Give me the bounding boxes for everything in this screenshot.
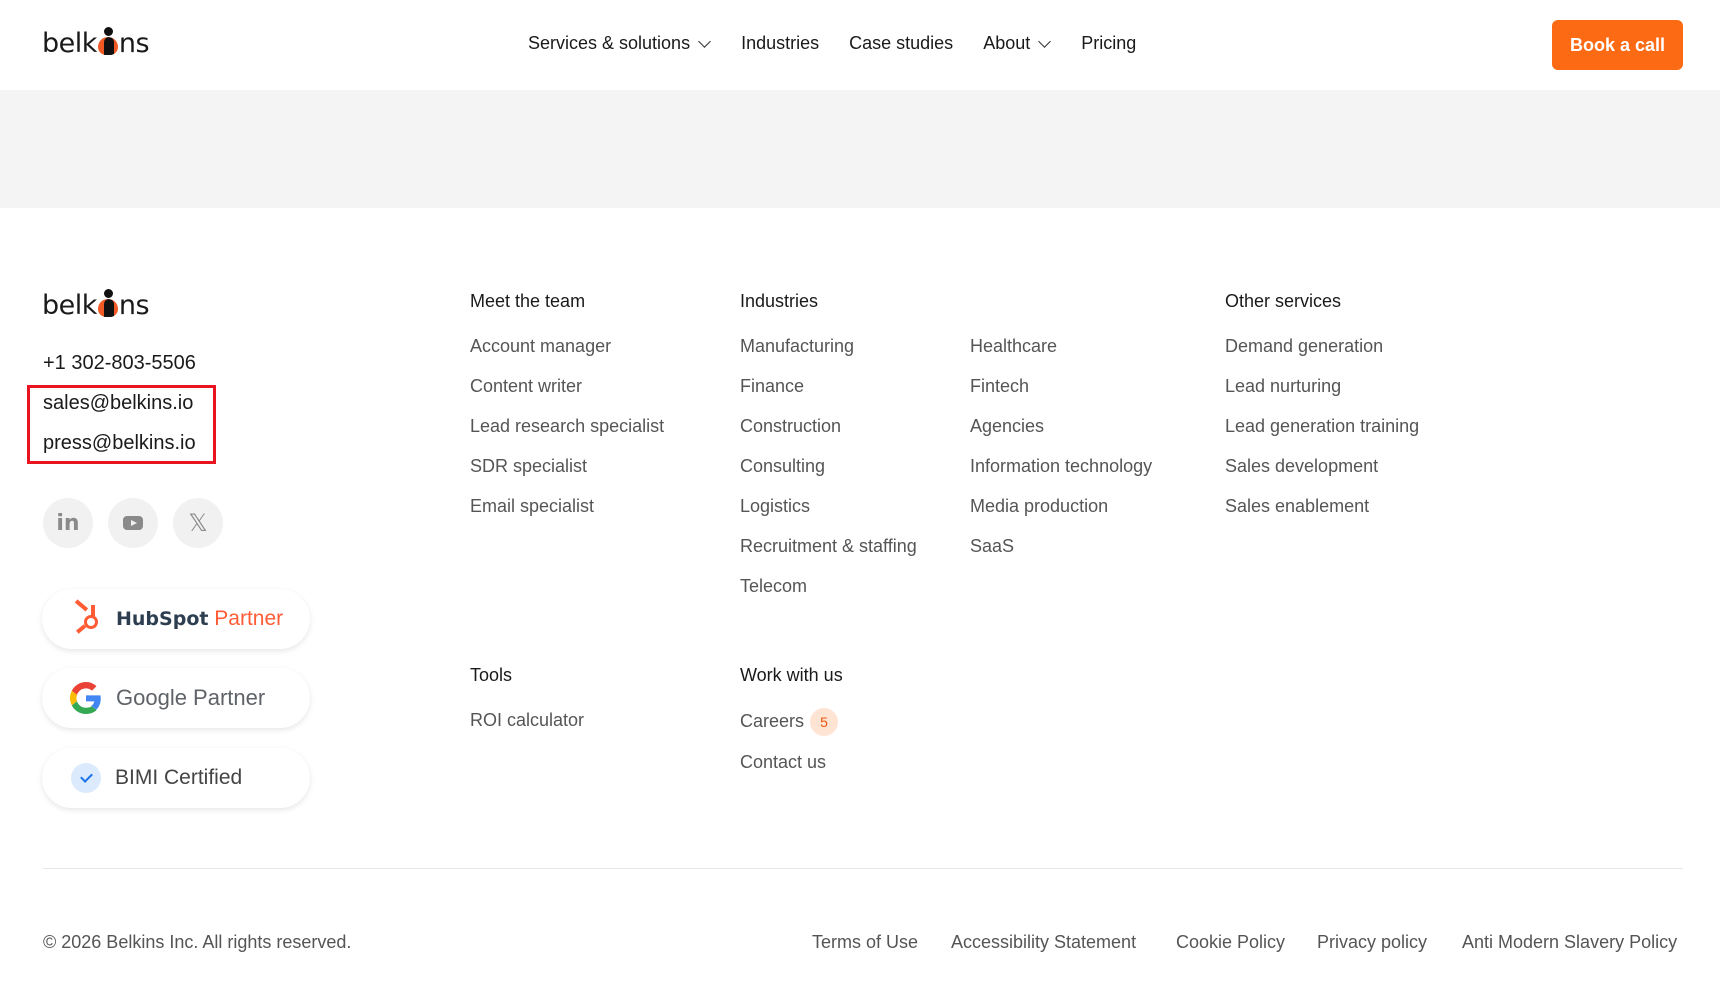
other-services-heading: Other services — [1225, 291, 1342, 311]
tools-heading: Tools — [470, 665, 513, 685]
nav-label: About — [983, 33, 1031, 53]
youtube-button[interactable] — [108, 498, 158, 548]
link-contact-us[interactable]: Contact us — [740, 752, 826, 773]
hubspot-sprocket-icon — [70, 599, 104, 636]
link-logistics[interactable]: Logistics — [740, 496, 810, 517]
link-demand-generation[interactable]: Demand generation — [1225, 336, 1383, 357]
logo-text-prefix: belk — [42, 28, 97, 59]
logo-text-suffix: ns — [118, 290, 150, 321]
phone-link[interactable]: +1 302-803-5506 — [43, 352, 196, 375]
work-with-us-heading: Work with us — [740, 665, 843, 685]
nav-label: Pricing — [1081, 33, 1137, 53]
linkedin-button[interactable]: in — [43, 498, 93, 548]
careers-count-badge: 5 — [810, 708, 838, 736]
x-twitter-button[interactable]: 𝕏 — [173, 498, 223, 548]
link-telecom[interactable]: Telecom — [740, 576, 807, 597]
logo-text-prefix: belk — [42, 290, 97, 321]
google-partner-label: Google Partner — [116, 685, 266, 710]
link-agencies[interactable]: Agencies — [970, 416, 1044, 437]
link-lead-nurturing[interactable]: Lead nurturing — [1225, 376, 1341, 397]
link-account-manager[interactable]: Account manager — [470, 336, 611, 357]
link-careers[interactable]: Careers — [740, 711, 804, 732]
meet-team-heading: Meet the team — [470, 291, 586, 311]
link-sales-enablement[interactable]: Sales enablement — [1225, 496, 1369, 517]
main-nav: Services & solutions Industries Case stu… — [528, 33, 1136, 54]
nav-case-studies[interactable]: Case studies — [849, 33, 953, 54]
hubspot-partner-label: Partner — [214, 607, 284, 630]
hubspot-badge-text: HubSpot Partner — [116, 607, 283, 631]
site-header: belk ns Services & solutions Industries … — [0, 0, 1720, 90]
link-information-technology[interactable]: Information technology — [970, 456, 1152, 477]
link-sales-development[interactable]: Sales development — [1225, 456, 1378, 477]
link-lead-generation-training[interactable]: Lead generation training — [1225, 416, 1419, 437]
link-cookie-policy[interactable]: Cookie Policy — [1176, 932, 1285, 953]
belkins-logo[interactable]: belk ns — [42, 26, 150, 59]
link-content-writer[interactable]: Content writer — [470, 376, 582, 397]
link-accessibility-statement[interactable]: Accessibility Statement — [951, 932, 1136, 953]
logo-text-suffix: ns — [118, 28, 150, 59]
linkedin-icon: in — [56, 510, 80, 536]
x-twitter-icon: 𝕏 — [188, 509, 208, 537]
chevron-down-icon — [1038, 34, 1052, 48]
footer-divider — [43, 868, 1683, 869]
link-email-specialist[interactable]: Email specialist — [470, 496, 594, 517]
link-consulting[interactable]: Consulting — [740, 456, 825, 477]
link-media-production[interactable]: Media production — [970, 496, 1108, 517]
bimi-certified-badge[interactable]: BIMI Certified — [42, 748, 310, 808]
copyright-text: © 2026 Belkins Inc. All rights reserved. — [43, 932, 352, 952]
nav-services-solutions[interactable]: Services & solutions — [528, 33, 711, 54]
nav-about[interactable]: About — [983, 33, 1052, 54]
nav-label: Case studies — [849, 33, 954, 53]
book-a-call-button[interactable]: Book a call — [1552, 20, 1683, 70]
link-lead-research-specialist[interactable]: Lead research specialist — [470, 416, 664, 437]
link-fintech[interactable]: Fintech — [970, 376, 1029, 397]
logo-mark-icon — [97, 288, 118, 317]
link-anti-modern-slavery-policy[interactable]: Anti Modern Slavery Policy — [1462, 932, 1677, 953]
chevron-down-icon — [698, 34, 711, 48]
content-band — [0, 90, 1720, 208]
hubspot-brand: HubSpot — [116, 608, 209, 630]
footer-belkins-logo[interactable]: belk ns — [42, 288, 150, 321]
link-recruitment-staffing[interactable]: Recruitment & staffing — [740, 536, 917, 557]
youtube-icon — [123, 516, 143, 530]
link-manufacturing[interactable]: Manufacturing — [740, 336, 854, 357]
bimi-certified-label: BIMI Certified — [115, 766, 243, 789]
logo-mark-icon — [97, 26, 118, 55]
google-g-icon — [70, 682, 101, 714]
link-privacy-policy[interactable]: Privacy policy — [1317, 932, 1427, 953]
link-finance[interactable]: Finance — [740, 376, 804, 397]
nav-label: Industries — [741, 33, 820, 53]
emails-highlight-box — [27, 385, 216, 464]
link-construction[interactable]: Construction — [740, 416, 841, 437]
nav-pricing[interactable]: Pricing — [1081, 33, 1136, 54]
industries-heading: Industries — [740, 291, 819, 311]
link-terms-of-use[interactable]: Terms of Use — [812, 932, 918, 953]
verified-check-icon — [71, 763, 101, 793]
nav-industries[interactable]: Industries — [741, 33, 819, 54]
link-roi-calculator[interactable]: ROI calculator — [470, 710, 584, 731]
hubspot-partner-badge[interactable]: HubSpot Partner — [42, 589, 310, 649]
link-sdr-specialist[interactable]: SDR specialist — [470, 456, 587, 477]
link-saas[interactable]: SaaS — [970, 536, 1014, 557]
nav-label: Services & solutions — [528, 33, 691, 53]
google-partner-badge[interactable]: Google Partner — [42, 668, 310, 728]
link-healthcare[interactable]: Healthcare — [970, 336, 1057, 357]
